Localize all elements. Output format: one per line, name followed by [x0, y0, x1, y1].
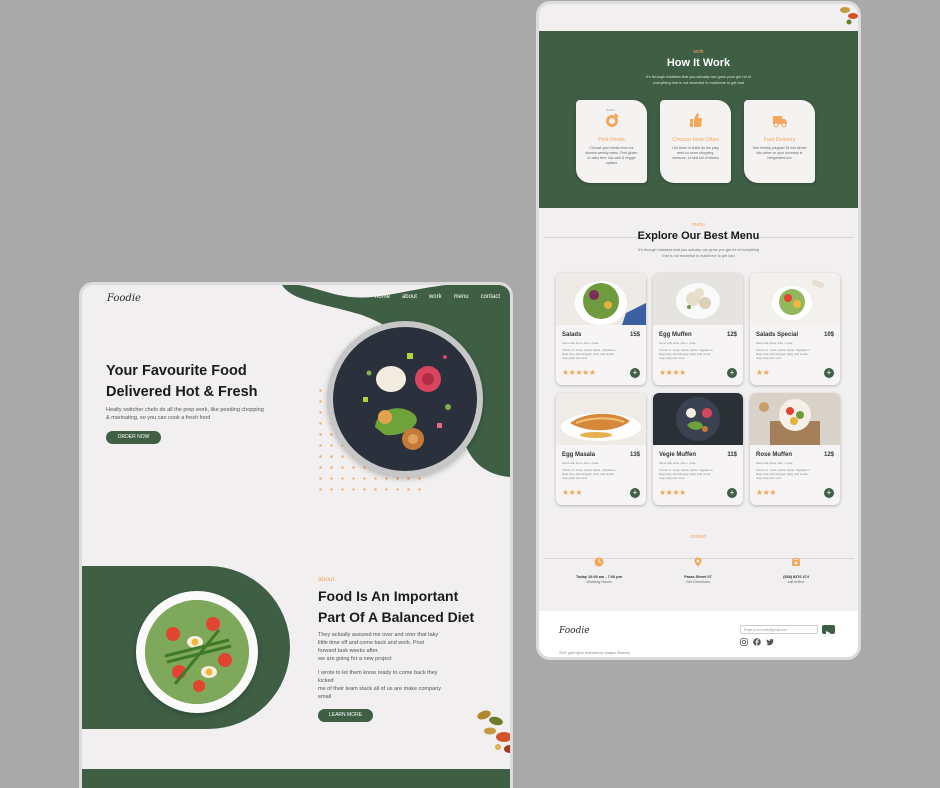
how-tag: work	[693, 49, 704, 55]
add-to-cart-button[interactable]: +	[727, 488, 737, 498]
facebook-icon[interactable]	[753, 638, 761, 646]
salad-dish-image	[136, 591, 258, 713]
hero-dish-image	[327, 321, 483, 477]
menu-card-rose-muffen[interactable]: Rose Muffen 12$ Serve with Fries, Flav +…	[750, 393, 840, 505]
menu-item-image	[653, 273, 743, 325]
thumbs-up-icon	[689, 113, 702, 127]
newsletter-send-button[interactable]	[822, 625, 835, 636]
spice-corner-decoration	[840, 7, 858, 25]
rating-stars: ★★★★	[659, 368, 686, 377]
add-to-cart-button[interactable]: +	[630, 368, 640, 378]
phone-icon	[791, 557, 801, 566]
nav-about[interactable]: about	[402, 294, 417, 300]
add-to-cart-button[interactable]: +	[727, 368, 737, 378]
spice-decoration	[477, 710, 510, 753]
learn-more-button[interactable]: LEARN MORE	[318, 709, 373, 722]
twitter-icon[interactable]	[766, 638, 774, 646]
newsletter-email-input[interactable]: Email at all foodie@gmail.com	[740, 625, 818, 634]
menu-item-image	[556, 273, 646, 325]
menu-card-salads[interactable]: Salads 15$ Serve with Fries, Flav + Coke…	[556, 273, 646, 385]
instagram-icon[interactable]	[740, 638, 748, 646]
rating-stars: ★★★★★	[562, 368, 596, 377]
send-icon	[826, 631, 831, 636]
location-pin-icon	[694, 557, 702, 567]
contact-tag: contact	[690, 534, 707, 540]
rating-stars: ★★	[756, 368, 770, 377]
contact-phone[interactable]: (538) 8376 474 call online	[756, 557, 836, 584]
add-to-cart-button[interactable]: +	[630, 488, 640, 498]
nav-work[interactable]: work	[429, 294, 442, 300]
clock-icon	[594, 557, 604, 567]
rating-stars: ★★★	[562, 488, 583, 497]
add-to-cart-button[interactable]: +	[824, 368, 834, 378]
menu-card-salads-special[interactable]: Salads Special 10$ Serve with Fries, Fla…	[750, 273, 840, 385]
menu-card-egg-masala[interactable]: Egg Masala 13$ Serve with Fries, Flav + …	[556, 393, 646, 505]
about-title: Food Is An Important Part Of A Balanced …	[318, 588, 475, 625]
nav-contact[interactable]: contact	[481, 294, 500, 300]
menu-card-egg-muffen[interactable]: Egg Muffen 12$ Serve with Fries, Flav + …	[653, 273, 743, 385]
hero-title: Your Favourite Food Delivered Hot & Fres…	[106, 363, 258, 400]
menu-tag: menu	[692, 222, 705, 228]
menu-subtitle: It's through mistakes that you actually …	[637, 248, 760, 258]
contact-working-hours: Today 10:00 am - 7:00 pm Working Hours	[559, 557, 639, 584]
about-tag: about	[318, 576, 335, 583]
how-title: How It Work	[666, 57, 731, 69]
nav-menu[interactable]: menu	[454, 294, 469, 300]
copyright-text: 2022 gold rights reserved by vinayok Sha…	[559, 651, 630, 655]
menu-item-image	[653, 393, 743, 445]
about-text: They actually assured me over and over t…	[318, 632, 441, 700]
landing-page-mockup-right: work How It Work It's through mistakes t…	[536, 1, 861, 660]
menu-card-vegie-muffen[interactable]: Vegie Muffen 11$ Serve with Fries, Flav …	[653, 393, 743, 505]
hero-subtitle: Healty switcher chefs do all the prep wo…	[106, 407, 264, 421]
how-subtitle: It's through mistakes that you actually …	[646, 75, 751, 85]
add-to-cart-button[interactable]: +	[824, 488, 834, 498]
order-now-button[interactable]: ORDER NOW	[106, 431, 161, 444]
main-nav: home about work menu contact	[375, 294, 500, 300]
menu-title: Explore Our Best Menu	[637, 230, 760, 242]
pick-meals-icon	[605, 113, 619, 127]
rating-stars: ★★★	[756, 488, 777, 497]
delivery-truck-icon	[772, 116, 787, 128]
step-card-fast-delivery: Fast Delivery Your freshly prepped 15 mi…	[744, 100, 815, 183]
contact-directions[interactable]: Paras Street 07 Get Directions	[658, 557, 738, 584]
step-card-choose-how-often: Choose How Often Our team of chefs do th…	[660, 100, 731, 183]
footer-logo[interactable]: Foodie	[559, 626, 590, 636]
menu-item-image	[556, 393, 646, 445]
footer: Foodie Email at all foodie@gmail.com 202…	[539, 611, 858, 657]
next-section-band	[82, 769, 510, 788]
step-card-pick-meals: Muslim Pick Meals Choose your meals from…	[576, 100, 647, 183]
logo[interactable]: Foodie	[107, 293, 141, 304]
rating-stars: ★★★★	[659, 488, 686, 497]
landing-page-mockup-left: Foodie home about work menu contact Your…	[79, 282, 513, 788]
nav-home[interactable]: home	[375, 294, 390, 300]
menu-item-image	[750, 273, 840, 325]
menu-item-image	[750, 393, 840, 445]
